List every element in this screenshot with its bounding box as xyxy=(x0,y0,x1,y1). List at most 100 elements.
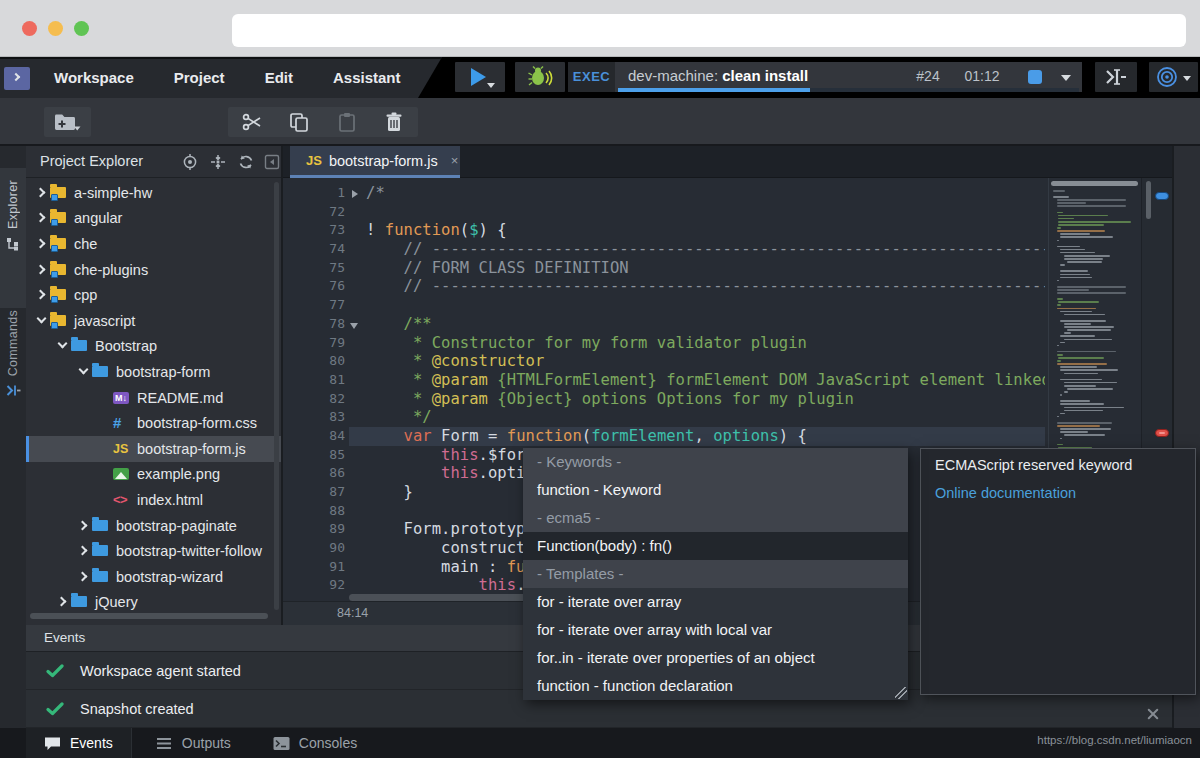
minimap-line xyxy=(1064,373,1099,375)
tree-item-label: index.html xyxy=(137,492,203,508)
chevron-down-icon[interactable] xyxy=(57,339,71,353)
collapse-all-icon[interactable] xyxy=(210,154,226,170)
tree-item-label: bootstrap-form.css xyxy=(137,415,257,431)
traffic-light-minimize[interactable] xyxy=(48,21,63,36)
chevron-right-icon[interactable] xyxy=(57,595,71,609)
minimap-content xyxy=(1053,190,1139,462)
editor-tab-bootstrap-form-js[interactable]: JS bootstrap-form.js × xyxy=(290,146,460,178)
tree-indent xyxy=(99,493,113,507)
fold-column xyxy=(345,390,366,409)
assist-proposal[interactable]: for..in - iterate over properties of an … xyxy=(523,644,908,672)
chevron-right-icon[interactable] xyxy=(36,263,50,277)
minimap-line xyxy=(1060,379,1101,381)
tree-item-cpp[interactable]: cpp xyxy=(26,282,281,308)
locate-icon[interactable] xyxy=(182,154,198,170)
event-message: Snapshot created xyxy=(80,701,194,717)
fold-closed-icon[interactable] xyxy=(345,184,366,203)
menu-workspace[interactable]: Workspace xyxy=(54,69,134,86)
code-token: @param xyxy=(432,371,488,389)
tab-close-icon[interactable]: × xyxy=(451,153,459,168)
tree-item-che-plugins[interactable]: che-plugins xyxy=(26,257,281,283)
chevron-right-icon[interactable] xyxy=(36,237,50,251)
online-documentation-link[interactable]: Online documentation xyxy=(935,485,1181,501)
copy-button[interactable] xyxy=(280,112,318,132)
tree-item-example-png[interactable]: example.png xyxy=(26,462,281,488)
traffic-light-zoom[interactable] xyxy=(74,21,89,36)
chevron-right-icon[interactable] xyxy=(78,519,92,533)
tree-item-bootstrap-form-js[interactable]: JSbootstrap-form.js xyxy=(26,436,281,462)
line-number: 81 xyxy=(283,371,345,390)
rail-tab-commands[interactable]: Commands xyxy=(0,298,26,426)
explorer-tree-icon xyxy=(6,237,20,251)
tree-item-readme-md[interactable]: M↓README.md xyxy=(26,385,281,411)
assist-proposal[interactable]: Function(body) : fn() xyxy=(523,532,908,560)
event-close-icon[interactable] xyxy=(1146,707,1160,721)
info-marker[interactable] xyxy=(1155,192,1169,200)
tree-item-bootstrap-form-css[interactable]: #bootstrap-form.css xyxy=(26,410,281,436)
explorer-vertical-scrollbar[interactable] xyxy=(274,182,279,610)
fold-column xyxy=(345,352,366,371)
chevron-down-icon[interactable] xyxy=(36,314,50,328)
run-button[interactable] xyxy=(455,62,505,92)
assist-proposal[interactable]: function - Keyword xyxy=(523,476,908,504)
tree-item-jquery[interactable]: jQuery xyxy=(26,590,281,616)
assist-proposal[interactable]: for - iterate over array xyxy=(523,588,908,616)
tree-item-a-simple-hw[interactable]: a-simple-hw xyxy=(26,180,281,206)
command-caret-icon[interactable] xyxy=(1061,75,1071,81)
error-marker[interactable] xyxy=(1155,429,1169,437)
debug-button[interactable] xyxy=(515,62,565,92)
menu-edit[interactable]: Edit xyxy=(265,69,293,86)
explorer-horizontal-scrollbar[interactable] xyxy=(30,613,268,619)
target-button[interactable] xyxy=(1149,62,1198,92)
minimize-panel-icon[interactable] xyxy=(264,154,280,170)
bottom-tab-consoles[interactable]: Consoles xyxy=(255,728,375,758)
chevron-right-icon[interactable] xyxy=(36,288,50,302)
menu-collapse-button[interactable] xyxy=(4,67,30,90)
chevron-right-icon[interactable] xyxy=(36,211,50,225)
minimap-line xyxy=(1067,388,1113,390)
tree-item-index-html[interactable]: <>index.html xyxy=(26,487,281,513)
tree-item-bootstrap-wizard[interactable]: bootstrap-wizard xyxy=(26,564,281,590)
bottom-tab-events[interactable]: Events xyxy=(26,728,132,758)
tree-item-angular[interactable]: angular xyxy=(26,206,281,232)
traffic-light-close[interactable] xyxy=(22,21,37,36)
address-bar[interactable] xyxy=(232,14,1186,47)
stop-button[interactable] xyxy=(1028,70,1042,84)
tree-item-bootstrap-form[interactable]: bootstrap-form xyxy=(26,359,281,385)
assist-proposal[interactable]: for - iterate over array with local var xyxy=(523,616,908,644)
new-folder-button[interactable] xyxy=(44,107,91,137)
refresh-icon[interactable] xyxy=(238,154,254,170)
code-text: * @constructor xyxy=(366,352,544,371)
fold-open-icon[interactable] xyxy=(345,315,366,334)
chevron-right-icon[interactable] xyxy=(78,544,92,558)
tree-item-bootstrap-twitter-follow[interactable]: bootstrap-twitter-follow xyxy=(26,538,281,564)
tree-item-label: bootstrap-wizard xyxy=(116,569,223,585)
assist-proposal[interactable]: function - function declaration xyxy=(523,672,908,700)
tree-item-bootstrap[interactable]: Bootstrap xyxy=(26,334,281,360)
chevron-down-icon[interactable] xyxy=(78,365,92,379)
chevron-right-icon[interactable] xyxy=(36,186,50,200)
rail-tab-explorer[interactable]: Explorer xyxy=(0,168,26,308)
assist-resize-grip[interactable] xyxy=(895,687,907,699)
fold-column xyxy=(345,483,366,502)
tree-item-javascript[interactable]: javascript xyxy=(26,308,281,334)
tree-item-che[interactable]: che xyxy=(26,231,281,257)
paste-button[interactable] xyxy=(328,112,366,132)
menu-assistant[interactable]: Assistant xyxy=(333,69,401,86)
minimap-line xyxy=(1067,329,1111,331)
bottom-tab-outputs[interactable]: Outputs xyxy=(138,728,249,758)
project-explorer-panel: Project Explorer a-simple-hwangularchech… xyxy=(26,146,283,625)
terminal-button[interactable] xyxy=(1095,62,1137,92)
delete-button[interactable] xyxy=(375,112,413,132)
cut-button[interactable] xyxy=(233,112,271,132)
minimap-slider[interactable] xyxy=(1051,181,1138,186)
menu-project[interactable]: Project xyxy=(174,69,225,86)
fold-column xyxy=(345,502,366,521)
minimap-line xyxy=(1064,410,1103,412)
chevron-right-icon[interactable] xyxy=(78,570,92,584)
overview-ruler-thumb[interactable] xyxy=(1146,181,1151,219)
png-icon xyxy=(113,466,133,482)
minimap-line xyxy=(1060,320,1106,322)
tree-item-bootstrap-paginate[interactable]: bootstrap-paginate xyxy=(26,513,281,539)
command-widget[interactable]: dev-machine: clean install #24 01:12 xyxy=(615,62,1082,92)
